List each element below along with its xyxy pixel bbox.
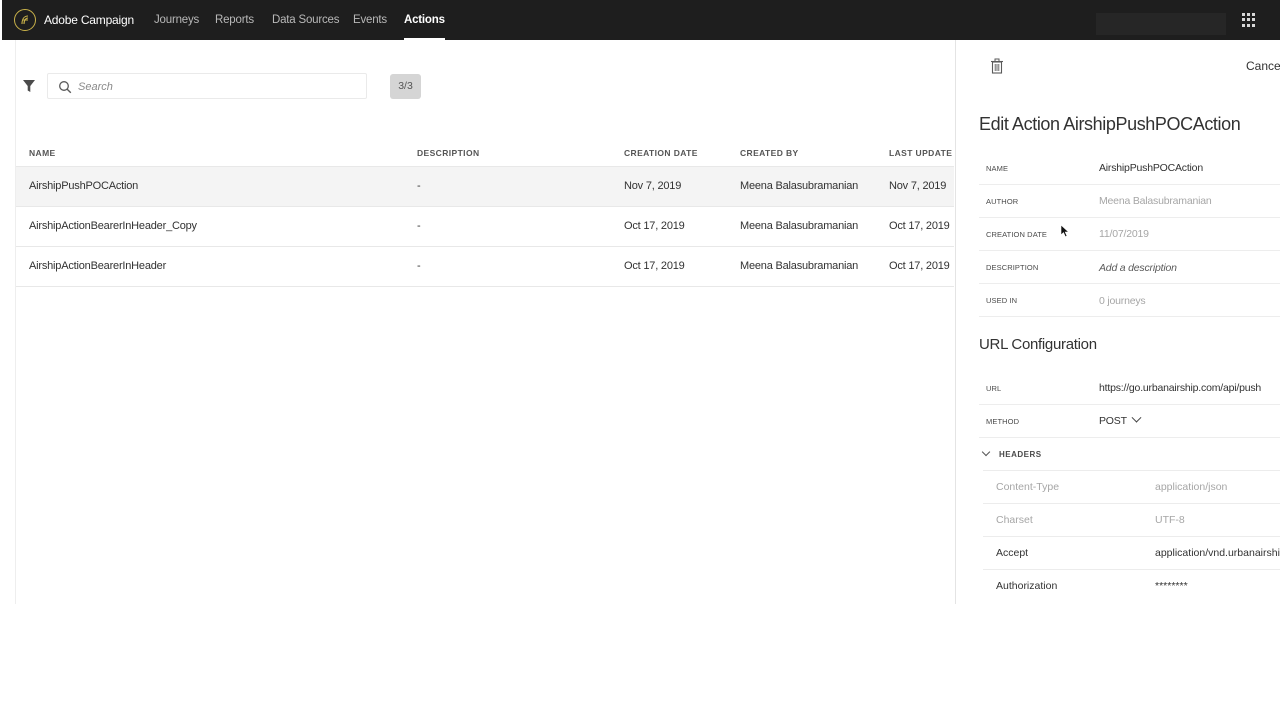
column-header-creation-date[interactable]: CREATION DATE — [624, 148, 698, 158]
nav-events[interactable]: Events — [353, 0, 387, 40]
header-divider — [983, 569, 1280, 570]
used-in-value: 0 journeys — [1099, 295, 1146, 307]
nav-journeys[interactable]: Journeys — [154, 0, 199, 40]
app-grid-icon[interactable] — [1242, 13, 1256, 27]
header-key[interactable]: Accept — [996, 547, 1028, 559]
row-created-by: Meena Balasubramanian — [740, 220, 859, 232]
name-label: NAME — [986, 164, 1009, 173]
search-input[interactable] — [78, 78, 358, 96]
header-divider — [983, 503, 1280, 504]
field-divider — [979, 250, 1280, 251]
headers-toggle[interactable]: HEADERS — [981, 447, 1042, 459]
column-header-name[interactable]: NAME — [29, 148, 56, 158]
author-label: AUTHOR — [986, 197, 1019, 206]
actions-list-area — [15, 40, 955, 604]
creation-date-label: CREATION DATE — [986, 230, 1048, 239]
header-divider — [983, 470, 1280, 471]
header-key: Content-Type — [996, 481, 1060, 493]
url-field[interactable]: https://go.urbanairship.com/api/push — [1099, 382, 1261, 394]
row-description: - — [417, 180, 421, 192]
row-last-update: Oct 17, 2019 — [889, 220, 950, 232]
column-header-last-update[interactable]: LAST UPDATE — [889, 148, 952, 158]
panel-title: Edit Action AirshipPushPOCAction — [979, 114, 1241, 134]
header-value[interactable]: ******** — [1155, 580, 1188, 592]
table-row[interactable]: AirshipPushPOCAction - Nov 7, 2019 Meena… — [16, 167, 954, 207]
header-key[interactable]: Authorization — [996, 580, 1057, 592]
trash-icon[interactable] — [990, 58, 1004, 74]
top-bar: Adobe Campaign Journeys Reports Data Sou… — [2, 0, 1280, 40]
row-created-by: Meena Balasubramanian — [740, 180, 859, 192]
nav-actions[interactable]: Actions — [404, 0, 445, 40]
used-in-label: USED IN — [986, 296, 1018, 305]
header-value: application/json — [1155, 481, 1228, 493]
header-divider — [983, 536, 1280, 537]
search-box[interactable] — [47, 73, 367, 99]
row-created-by: Meena Balasubramanian — [740, 260, 859, 272]
author-value: Meena Balasubramanian — [1099, 195, 1212, 207]
url-configuration-title: URL Configuration — [979, 336, 1097, 353]
row-description: - — [417, 220, 421, 232]
field-divider — [979, 217, 1280, 218]
column-header-created-by[interactable]: CREATED BY — [740, 148, 799, 158]
nav-data-sources[interactable]: Data Sources — [272, 0, 339, 40]
mouse-cursor-icon — [1060, 224, 1070, 238]
creation-date-value: 11/07/2019 — [1099, 228, 1149, 240]
row-name: AirshipPushPOCAction — [29, 180, 139, 192]
chevron-down-icon — [1131, 412, 1142, 423]
column-header-description[interactable]: DESCRIPTION — [417, 148, 480, 158]
result-count-badge: 3/3 — [390, 74, 421, 99]
url-label: URL — [986, 384, 1002, 393]
filter-icon[interactable] — [22, 79, 36, 93]
cancel-button[interactable]: Cancel — [1246, 59, 1280, 73]
method-select[interactable]: POST — [1099, 412, 1142, 427]
description-field[interactable]: Add a description — [1099, 262, 1177, 274]
row-name: AirshipActionBearerInHeader_Copy — [29, 220, 197, 232]
name-field[interactable]: AirshipPushPOCAction — [1099, 162, 1203, 174]
row-name: AirshipActionBearerInHeader — [29, 260, 167, 272]
chevron-down-icon — [981, 447, 991, 457]
row-creation-date: Nov 7, 2019 — [624, 180, 682, 192]
method-value: POST — [1099, 415, 1127, 427]
header-value: UTF-8 — [1155, 514, 1185, 526]
row-creation-date: Oct 17, 2019 — [624, 220, 685, 232]
field-divider — [979, 184, 1280, 185]
headers-label: HEADERS — [999, 450, 1042, 459]
field-divider — [979, 404, 1280, 405]
top-search-field[interactable] — [1096, 13, 1226, 35]
header-key: Charset — [996, 514, 1033, 526]
search-icon — [59, 81, 72, 94]
table-row[interactable]: AirshipActionBearerInHeader - Oct 17, 20… — [16, 247, 954, 287]
row-creation-date: Oct 17, 2019 — [624, 260, 685, 272]
header-value[interactable]: application/vnd.urbanairship — [1155, 547, 1280, 559]
app-name[interactable]: Adobe Campaign — [44, 13, 134, 27]
method-label: METHOD — [986, 417, 1020, 426]
nav-reports[interactable]: Reports — [215, 0, 254, 40]
description-label: DESCRIPTION — [986, 263, 1039, 272]
row-last-update: Oct 17, 2019 — [889, 260, 950, 272]
field-divider — [979, 437, 1280, 438]
logo-icon[interactable] — [14, 9, 36, 31]
field-divider — [979, 316, 1280, 317]
table-row[interactable]: AirshipActionBearerInHeader_Copy - Oct 1… — [16, 207, 954, 247]
row-last-update: Nov 7, 2019 — [889, 180, 947, 192]
field-divider — [979, 283, 1280, 284]
row-description: - — [417, 260, 421, 272]
